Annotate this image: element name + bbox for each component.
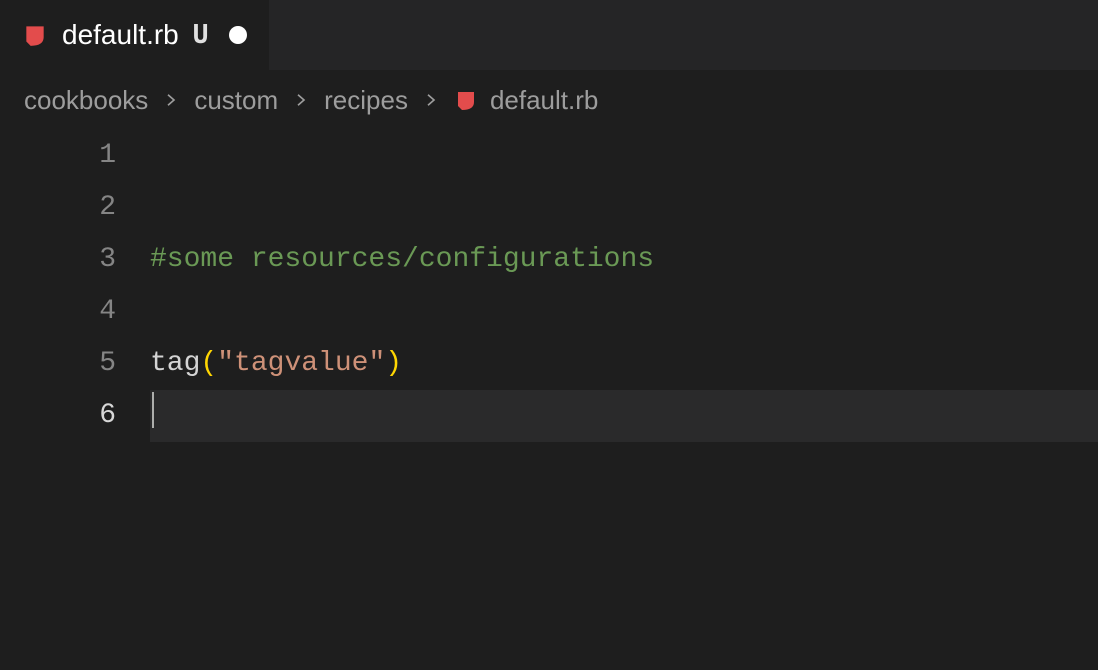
unsaved-indicator-icon[interactable] xyxy=(229,26,247,44)
ruby-file-icon xyxy=(454,88,478,112)
chevron-right-icon xyxy=(422,91,440,109)
line-number: 6 xyxy=(0,390,116,442)
code-line[interactable]: tag("tagvalue") xyxy=(150,338,1098,390)
line-number: 3 xyxy=(0,234,116,286)
tab-bar: default.rb U xyxy=(0,0,1098,70)
breadcrumb-file[interactable]: default.rb xyxy=(454,85,598,116)
chevron-right-icon xyxy=(162,91,180,109)
tab-git-status: U xyxy=(193,20,210,50)
code-editor[interactable]: 123456 #some resources/configurations tag… xyxy=(0,130,1098,442)
breadcrumb-segment[interactable]: recipes xyxy=(324,85,408,116)
breadcrumb-segment[interactable]: custom xyxy=(194,85,278,116)
code-line[interactable] xyxy=(150,390,1098,442)
line-number: 4 xyxy=(0,286,116,338)
code-token: tag xyxy=(150,348,200,379)
breadcrumb: cookbooks custom recipes default.rb xyxy=(0,70,1098,130)
line-number: 1 xyxy=(0,130,116,182)
line-number-gutter: 123456 xyxy=(0,130,150,442)
chevron-right-icon xyxy=(292,91,310,109)
code-token: ( xyxy=(200,348,217,379)
code-token: #some resources/configurations xyxy=(150,244,654,275)
ruby-file-icon xyxy=(22,22,48,48)
line-number: 5 xyxy=(0,338,116,390)
code-line[interactable]: #some resources/configurations xyxy=(150,234,1098,286)
tab-filename: default.rb xyxy=(62,19,179,51)
editor-tab[interactable]: default.rb U xyxy=(0,0,269,70)
code-line[interactable] xyxy=(150,182,1098,234)
text-cursor xyxy=(152,392,154,428)
line-number: 2 xyxy=(0,182,116,234)
code-line[interactable] xyxy=(150,130,1098,182)
code-token: ) xyxy=(385,348,402,379)
code-area[interactable]: #some resources/configurations tag("tagva… xyxy=(150,130,1098,442)
breadcrumb-segment[interactable]: cookbooks xyxy=(24,85,148,116)
breadcrumb-file-label: default.rb xyxy=(490,85,598,116)
code-line[interactable] xyxy=(150,286,1098,338)
code-token: "tagvalue" xyxy=(217,348,385,379)
